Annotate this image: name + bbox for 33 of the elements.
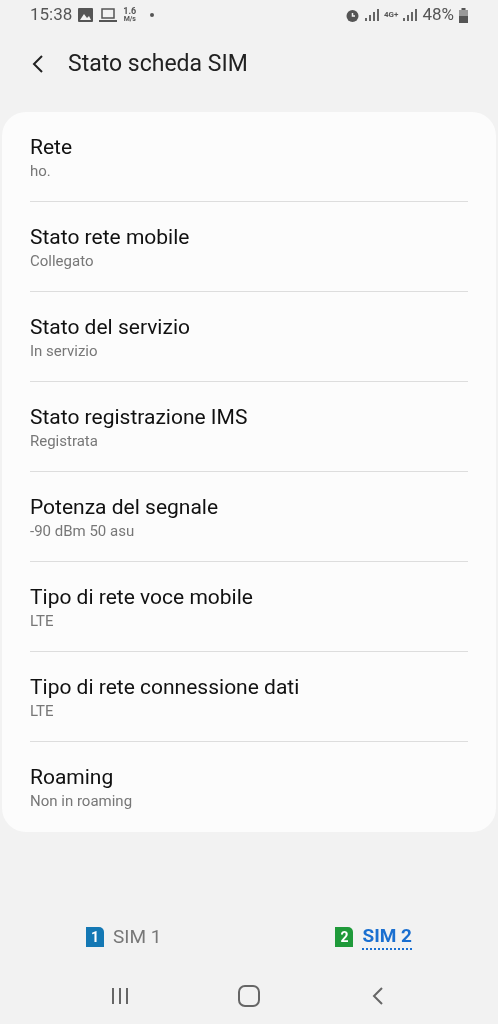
item-value: Collegato xyxy=(30,250,95,271)
item-title: Potenza del segnale xyxy=(30,493,220,521)
item-value: LTE xyxy=(30,610,55,631)
item-value: -90 dBm 50 asu xyxy=(30,520,136,541)
item-value: Non in roaming xyxy=(30,791,134,811)
speed-value: 1.6 xyxy=(123,7,137,15)
item-value: ho. xyxy=(30,160,52,181)
battery-icon xyxy=(459,7,468,23)
item-title: Stato rete mobile xyxy=(30,223,191,251)
signal-icon xyxy=(403,9,418,21)
item-title: Rete xyxy=(30,133,74,161)
item-value: In servizio xyxy=(30,340,99,361)
clock: 15:38 xyxy=(30,3,73,27)
battery-level: 48% xyxy=(422,3,454,27)
recent-apps-button[interactable] xyxy=(110,986,130,1006)
item-title: Tipo di rete voce mobile xyxy=(30,583,254,611)
laptop-icon xyxy=(99,8,118,22)
item-value: Registrata xyxy=(30,430,99,451)
item-title: Stato del servizio xyxy=(30,313,191,341)
signal-icon xyxy=(365,9,380,21)
home-button[interactable] xyxy=(238,985,260,1007)
alarm-icon xyxy=(345,7,361,23)
sim-tab[interactable]: 1 SIM 1 xyxy=(86,922,162,952)
image-icon xyxy=(78,8,94,22)
sim-badge: 1 xyxy=(86,927,104,947)
sim-tab[interactable]: 2 SIM 2 xyxy=(335,922,412,952)
sim-badge: 2 xyxy=(335,927,354,947)
item-title: Stato registrazione IMS xyxy=(30,403,249,431)
item-title: Tipo di rete connessione dati xyxy=(30,673,301,701)
page-title: Stato scheda SIM xyxy=(68,48,248,79)
item-value: LTE xyxy=(30,700,55,721)
item-title: Roaming xyxy=(30,764,115,791)
network-type: 4G+ xyxy=(384,11,399,19)
